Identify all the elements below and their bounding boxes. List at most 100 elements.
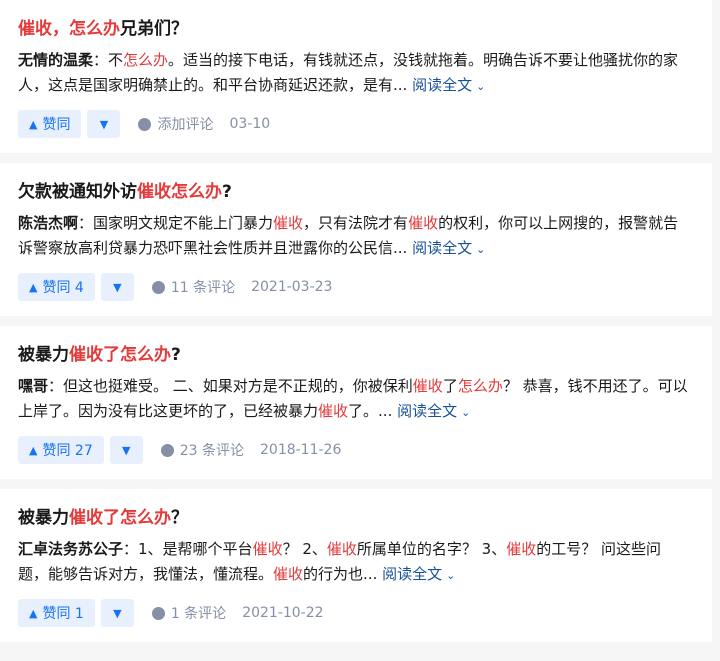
title-highlight: 催收了怎么办	[69, 508, 171, 528]
vote-count: 赞同 4	[42, 280, 84, 296]
action-bar: ▲ 赞同 ▼ 添加评论 03-10	[18, 109, 694, 153]
answer-date: 2021-10-22	[242, 605, 324, 621]
title-highlight: 催收了怎么办	[69, 345, 171, 365]
answer-card: 被暴力催收了怎么办？ 汇卓法务苏公子：1、是帮哪个平台催收？ 2、催收所属单位的…	[0, 489, 712, 642]
excerpt-highlight: 催收	[273, 214, 304, 232]
answer-date: 2018-11-26	[260, 442, 342, 458]
author-name[interactable]: 嘿哥	[18, 377, 48, 395]
triangle-up-icon: ▲	[29, 443, 38, 457]
read-more-link[interactable]: 阅读全文 ⌄	[412, 239, 485, 257]
title-text: 欠款被通知外访	[18, 182, 137, 202]
comment-label: 23 条评论	[179, 443, 244, 459]
comment-button[interactable]: 添加评论	[138, 114, 213, 134]
vote-count: 赞同 27	[42, 443, 93, 459]
question-title[interactable]: 被暴力催收了怎么办？	[18, 505, 694, 531]
read-more-label: 阅读全文	[412, 239, 473, 257]
question-title[interactable]: 被暴力催收了怎么办?	[18, 342, 694, 368]
read-more-link[interactable]: 阅读全文 ⌄	[397, 402, 470, 420]
excerpt-text: ：但这也挺难受。 二、如果对方是不正规的，你被保利	[48, 377, 413, 395]
question-title[interactable]: 催收，怎么办兄弟们？	[18, 16, 694, 42]
excerpt-text: 了	[442, 377, 458, 395]
comment-icon	[138, 117, 152, 131]
answer-card: 欠款被通知外访催收怎么办? 陈浩杰啊：国家明文规定不能上门暴力催收，只有法院才有…	[0, 163, 712, 316]
chevron-down-icon: ⌄	[461, 406, 471, 419]
excerpt-highlight: 催收	[506, 540, 537, 558]
title-text: 被暴力	[18, 508, 69, 528]
comment-button[interactable]: 11 条评论	[151, 277, 236, 297]
excerpt-text: 所属单位的名字？ 3、	[356, 540, 507, 558]
chevron-down-icon: ⌄	[446, 569, 456, 582]
title-highlight: 催收怎么办	[137, 182, 222, 202]
comment-icon	[160, 443, 174, 457]
read-more-link[interactable]: 阅读全文 ⌄	[412, 76, 485, 94]
read-more-label: 阅读全文	[412, 76, 473, 94]
triangle-up-icon: ▲	[29, 117, 38, 131]
vote-count: 赞同 1	[42, 606, 84, 622]
comment-label: 1 条评论	[170, 606, 227, 622]
excerpt-highlight: 催收	[326, 540, 357, 558]
title-text: ?	[171, 345, 181, 365]
vote-count: 赞同	[42, 117, 71, 133]
excerpt-highlight: 怎么办	[457, 377, 503, 395]
read-more-label: 阅读全文	[382, 565, 443, 583]
excerpt-text: ：国家明文规定不能上门暴力	[78, 214, 274, 232]
answer-date: 2021-03-23	[251, 279, 333, 295]
read-more-link[interactable]: 阅读全文 ⌄	[382, 565, 455, 583]
comment-icon	[151, 606, 165, 620]
author-name[interactable]: 陈浩杰啊	[18, 214, 78, 232]
chevron-down-icon: ⌄	[476, 243, 486, 256]
answer-feed: 催收，怎么办兄弟们？ 无情的温柔：不怎么办。适当的接下电话，有钱就还点，没钱就拖…	[0, 0, 720, 642]
comment-button[interactable]: 23 条评论	[160, 440, 244, 460]
title-text: 被暴力	[18, 345, 69, 365]
upvote-button[interactable]: ▲ 赞同 27	[18, 436, 104, 464]
question-title[interactable]: 欠款被通知外访催收怎么办?	[18, 179, 694, 205]
excerpt-text: ？ 2、	[282, 540, 327, 558]
downvote-button[interactable]: ▼	[100, 273, 134, 301]
answer-date: 03-10	[229, 116, 271, 132]
comment-label: 添加评论	[157, 117, 214, 133]
author-name[interactable]: 汇卓法务苏公子	[18, 540, 123, 558]
triangle-down-icon: ▼	[113, 280, 122, 294]
triangle-up-icon: ▲	[29, 606, 38, 620]
excerpt-highlight: 催收	[408, 214, 439, 232]
title-text: ？	[171, 508, 188, 528]
downvote-button[interactable]: ▼	[109, 436, 143, 464]
comment-icon	[151, 280, 165, 294]
downvote-button[interactable]: ▼	[100, 599, 134, 627]
comment-label: 11 条评论	[170, 280, 236, 296]
answer-card: 被暴力催收了怎么办? 嘿哥：但这也挺难受。 二、如果对方是不正规的，你被保利催收…	[0, 326, 712, 479]
action-bar: ▲ 赞同 27 ▼ 23 条评论 2018-11-26	[18, 435, 694, 479]
title-highlight: 催收，怎么办	[18, 19, 120, 39]
answer-excerpt[interactable]: 陈浩杰啊：国家明文规定不能上门暴力催收，只有法院才有催收的权利，你可以上网搜的，…	[18, 211, 690, 262]
triangle-down-icon: ▼	[113, 606, 122, 620]
excerpt-highlight: 怎么办	[123, 51, 169, 69]
answer-excerpt[interactable]: 无情的温柔：不怎么办。适当的接下电话，有钱就还点，没钱就拖着。明确告诉不要让他骚…	[18, 48, 690, 99]
excerpt-highlight: 催收	[318, 402, 349, 420]
excerpt-highlight: 催收	[252, 540, 283, 558]
excerpt-highlight: 催收	[412, 377, 443, 395]
title-text: 兄弟们？	[120, 19, 188, 39]
excerpt-text: ：不	[93, 51, 124, 69]
downvote-button[interactable]: ▼	[87, 110, 121, 138]
comment-button[interactable]: 1 条评论	[151, 603, 227, 623]
triangle-down-icon: ▼	[99, 117, 109, 131]
author-name[interactable]: 无情的温柔	[18, 51, 93, 69]
triangle-up-icon: ▲	[29, 280, 38, 294]
answer-card: 催收，怎么办兄弟们？ 无情的温柔：不怎么办。适当的接下电话，有钱就还点，没钱就拖…	[0, 0, 712, 153]
excerpt-text: ，只有法院才有	[303, 214, 409, 232]
read-more-label: 阅读全文	[397, 402, 458, 420]
answer-excerpt[interactable]: 嘿哥：但这也挺难受。 二、如果对方是不正规的，你被保利催收了怎么办？ 恭喜，钱不…	[18, 374, 690, 425]
excerpt-text: ：1、是帮哪个平台	[123, 540, 253, 558]
action-bar: ▲ 赞同 1 ▼ 1 条评论 2021-10-22	[18, 598, 694, 642]
answer-excerpt[interactable]: 汇卓法务苏公子：1、是帮哪个平台催收？ 2、催收所属单位的名字？ 3、催收的工号…	[18, 537, 690, 588]
action-bar: ▲ 赞同 4 ▼ 11 条评论 2021-03-23	[18, 272, 694, 316]
excerpt-text: 的行为也...	[303, 565, 383, 583]
excerpt-text: 了。...	[348, 402, 398, 420]
title-text: ?	[222, 182, 232, 202]
triangle-down-icon: ▼	[122, 443, 131, 457]
chevron-down-icon: ⌄	[476, 80, 486, 93]
upvote-button[interactable]: ▲ 赞同	[18, 110, 82, 138]
upvote-button[interactable]: ▲ 赞同 4	[18, 273, 95, 301]
excerpt-highlight: 催收	[273, 565, 304, 583]
upvote-button[interactable]: ▲ 赞同 1	[18, 599, 95, 627]
